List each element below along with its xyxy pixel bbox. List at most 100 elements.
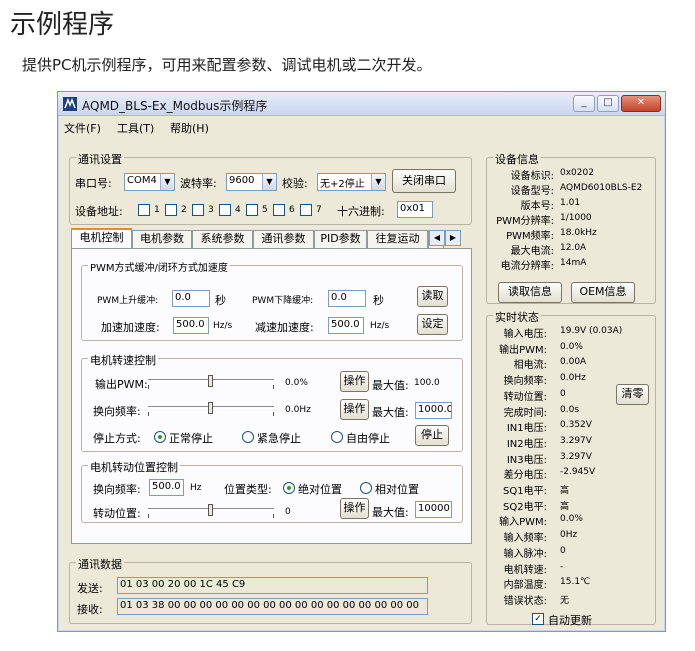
chevron-down-icon: ▼ bbox=[160, 174, 174, 190]
accel-label: 加速加速度: bbox=[101, 321, 160, 334]
device-info-value: 1.01 bbox=[560, 198, 581, 208]
tab-0[interactable]: 电机控制 bbox=[71, 228, 132, 248]
status-value: 0.0Hz bbox=[560, 373, 586, 384]
address-bit-checkbox[interactable] bbox=[192, 204, 204, 216]
pwm-slider[interactable] bbox=[148, 375, 274, 389]
port-label: 串口号: bbox=[75, 177, 112, 190]
pwm-fall-input[interactable]: 0.0 bbox=[328, 290, 366, 307]
status-label: 差分电压: bbox=[503, 470, 547, 482]
device-info-label: PWM频率: bbox=[506, 231, 554, 242]
status-label: 输入PWM: bbox=[499, 517, 547, 529]
pwm-rise-input[interactable]: 0.0 bbox=[172, 290, 210, 307]
decel-input[interactable]: 500.0 bbox=[328, 317, 364, 334]
auto-update-checkbox[interactable]: ✓ bbox=[532, 613, 544, 625]
stop-button[interactable]: 停止 bbox=[415, 425, 449, 446]
title-bar[interactable]: AQMD_BLS-Ex_Modbus示例程序 _ □ ✕ bbox=[58, 92, 665, 116]
freq-slider[interactable] bbox=[148, 402, 274, 416]
status-value: 19.9V (0.03A) bbox=[560, 326, 623, 336]
pwm-rise-unit: 秒 bbox=[215, 294, 226, 307]
rotate-position-value: 0 bbox=[285, 507, 291, 517]
address-bit-checkbox[interactable] bbox=[273, 204, 285, 216]
tab-2[interactable]: 系统参数 bbox=[192, 230, 253, 248]
address-bit-checkbox[interactable] bbox=[165, 204, 177, 216]
status-value: - bbox=[560, 561, 564, 572]
address-bit-label: 7 bbox=[316, 205, 322, 215]
slider-thumb[interactable] bbox=[208, 402, 213, 414]
hex-address-input[interactable]: 0x01 bbox=[397, 201, 433, 218]
tab-1[interactable]: 电机参数 bbox=[132, 230, 192, 248]
baud-value: 9600 bbox=[229, 175, 255, 186]
address-bit-label: 1 bbox=[154, 205, 160, 215]
app-logo-icon bbox=[63, 97, 77, 111]
device-address-label: 设备地址: bbox=[75, 205, 123, 218]
minimize-button[interactable]: _ bbox=[573, 95, 595, 112]
status-value: 0 bbox=[560, 388, 566, 399]
position-freq-unit: Hz bbox=[190, 483, 202, 493]
read-info-button[interactable]: 读取信息 bbox=[498, 282, 562, 303]
send-label: 发送: bbox=[77, 582, 103, 595]
menu-file[interactable]: 文件(F) bbox=[64, 120, 101, 136]
oem-info-button[interactable]: OEM信息 bbox=[571, 282, 635, 303]
stop-normal-radio[interactable] bbox=[154, 431, 166, 443]
window-title: AQMD_BLS-Ex_Modbus示例程序 bbox=[82, 99, 268, 113]
address-bit-checkbox[interactable] bbox=[138, 204, 150, 216]
baud-select[interactable]: 9600 ▼ bbox=[226, 173, 277, 191]
menu-tools[interactable]: 工具(T) bbox=[117, 120, 154, 136]
accel-input[interactable]: 500.0 bbox=[173, 317, 209, 334]
device-info-label: 设备型号: bbox=[510, 186, 554, 197]
realtime-status-title: 实时状态 bbox=[493, 309, 541, 325]
position-slider[interactable] bbox=[148, 504, 274, 518]
stop-emergency-radio[interactable] bbox=[242, 431, 254, 443]
clear-button[interactable]: 清零 bbox=[616, 384, 649, 405]
freq-max-input[interactable]: 1000.0 bbox=[415, 402, 452, 419]
pwm-max-value[interactable]: 100.0 bbox=[414, 378, 440, 388]
chevron-left-icon[interactable]: ◀ bbox=[429, 230, 445, 246]
port-select[interactable]: COM4 ▼ bbox=[124, 173, 175, 191]
position-freq-label: 换向频率: bbox=[93, 483, 141, 496]
read-buffer-button[interactable]: 读取 bbox=[417, 286, 448, 307]
position-freq-input[interactable]: 500.0 bbox=[149, 479, 184, 496]
freq-operate-button[interactable]: 操作 bbox=[340, 399, 369, 420]
pwm-fall-label: PWM下降缓冲: bbox=[252, 296, 314, 306]
position-max-input[interactable]: 10000 bbox=[415, 501, 452, 518]
slider-thumb[interactable] bbox=[208, 375, 213, 387]
pwm-operate-button[interactable]: 操作 bbox=[340, 371, 369, 392]
status-value: 0.0s bbox=[560, 404, 580, 415]
speed-control-title: 电机转速控制 bbox=[88, 352, 158, 368]
status-label: 输入脉冲: bbox=[503, 548, 547, 560]
position-operate-button[interactable]: 操作 bbox=[340, 498, 369, 519]
relative-position-radio[interactable] bbox=[360, 482, 372, 494]
send-data-field[interactable]: 01 03 00 20 00 1C 45 C9 bbox=[117, 577, 428, 594]
slider-thumb[interactable] bbox=[208, 504, 213, 516]
parity-select[interactable]: 无+2停止 ▼ bbox=[317, 173, 386, 191]
stop-free-radio[interactable] bbox=[331, 431, 343, 443]
device-info-label: PWM分辨率: bbox=[496, 216, 554, 227]
chevron-right-icon[interactable]: ▶ bbox=[445, 230, 461, 246]
menu-help[interactable]: 帮助(H) bbox=[170, 120, 209, 136]
status-value: 0Hz bbox=[560, 530, 578, 541]
receive-data-field[interactable]: 01 03 38 00 00 00 00 00 00 00 00 00 00 0… bbox=[117, 598, 428, 615]
tab-5[interactable]: 往复运动 bbox=[367, 230, 428, 248]
device-info-label: 版本号: bbox=[520, 201, 554, 212]
status-value: 0.0% bbox=[560, 341, 583, 352]
close-window-button[interactable]: ✕ bbox=[621, 95, 661, 112]
address-bit-checkbox[interactable] bbox=[300, 204, 312, 216]
device-info-value: 0x0202 bbox=[560, 168, 594, 178]
address-bit-checkbox[interactable] bbox=[246, 204, 258, 216]
address-bit-checkbox[interactable] bbox=[219, 204, 231, 216]
status-label: 输入频率: bbox=[503, 533, 547, 545]
status-value: 高 bbox=[560, 486, 570, 496]
status-label: IN2电压: bbox=[506, 438, 547, 450]
maximize-button[interactable]: □ bbox=[597, 95, 619, 112]
status-value: 15.1℃ bbox=[560, 577, 591, 588]
status-value: -2.945V bbox=[560, 467, 596, 478]
close-port-button[interactable]: 关闭串口 bbox=[392, 169, 456, 193]
relative-position-label: 相对位置 bbox=[375, 483, 419, 496]
pwm-fall-unit: 秒 bbox=[373, 294, 384, 307]
set-buffer-button[interactable]: 设定 bbox=[417, 314, 448, 335]
device-info-label: 设备标识: bbox=[510, 171, 554, 182]
tab-4[interactable]: PID参数 bbox=[314, 230, 367, 248]
doc-subtitle: 提供PC机示例程序，可用来配置参数、调试电机或二次开发。 bbox=[22, 56, 432, 74]
tab-3[interactable]: 通讯参数 bbox=[253, 230, 314, 248]
absolute-position-radio[interactable] bbox=[283, 482, 295, 494]
